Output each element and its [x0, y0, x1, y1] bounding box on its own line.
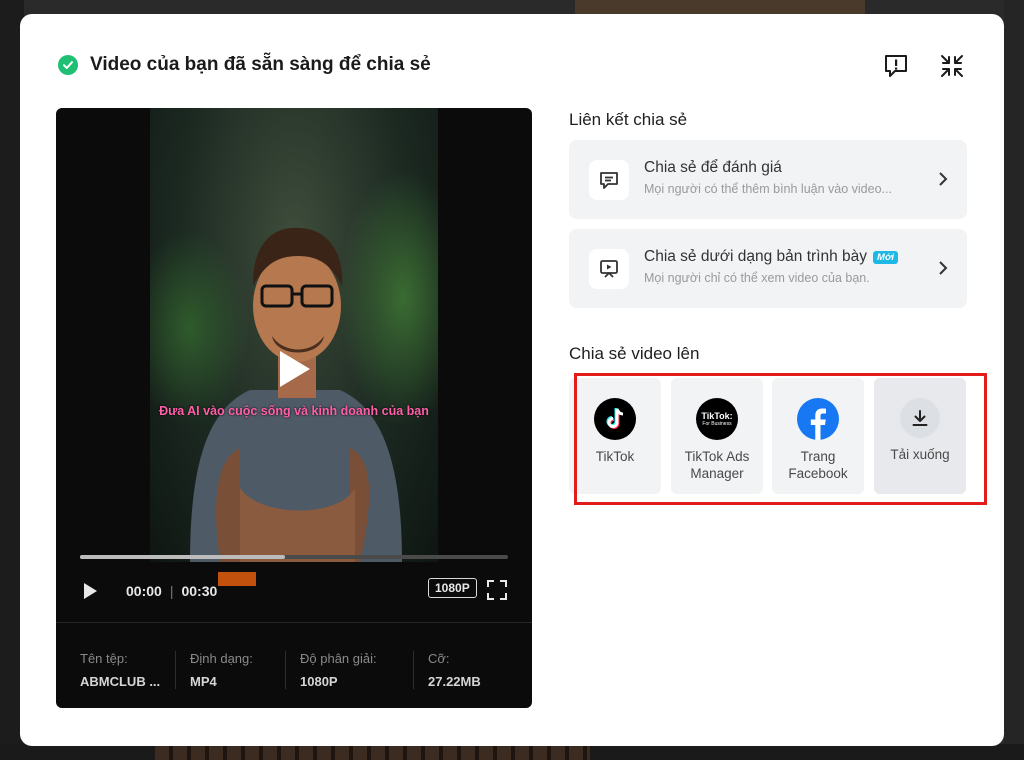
chevron-right-icon [939, 261, 948, 275]
collapse-button[interactable] [938, 52, 966, 80]
modal-title: Video của bạn đã sẵn sàng để chia sẻ [90, 54, 431, 75]
feedback-button[interactable] [882, 52, 910, 80]
new-badge: Mới [873, 250, 898, 264]
modal-header: Video của bạn đã sẵn sàng để chia sẻ [58, 54, 431, 76]
fullscreen-button[interactable] [486, 579, 508, 601]
size-info: Cỡ: 27.22MB [428, 651, 508, 689]
time-separator: | [169, 583, 174, 599]
progress-fill [80, 555, 286, 559]
fullscreen-icon [487, 580, 507, 600]
play-icon [280, 351, 310, 387]
video-player: Đưa AI vào cuộc sống và kinh doanh của b… [56, 108, 532, 708]
play-icon [84, 583, 97, 599]
success-check-icon [58, 55, 78, 75]
resolution-label: Độ phân giải: [300, 651, 377, 666]
share-for-review-subtitle: Mọi người có thể thêm bình luận vào vide… [644, 182, 892, 196]
format-value: MP4 [190, 674, 217, 689]
file-name-value: ABMCLUB ... [80, 674, 161, 689]
size-value: 27.22MB [428, 674, 481, 689]
size-label: Cỡ: [428, 651, 450, 666]
format-label: Định dạng: [190, 651, 253, 666]
player-controls: 00:00 | 00:30 1080P [80, 576, 510, 606]
share-as-presentation-title: Chia sẻ dưới dạng bản trình bày Mới [644, 248, 898, 266]
duration: 00:30 [181, 583, 218, 599]
current-time: 00:00 [126, 583, 162, 599]
backdrop-thumbnail-strip [575, 0, 865, 14]
file-name-info: Tên tệp: ABMCLUB ... [80, 651, 176, 689]
presentation-icon [589, 249, 629, 289]
quality-button[interactable]: 1080P [428, 578, 477, 598]
file-name-label: Tên tệp: [80, 651, 128, 666]
share-as-presentation-subtitle: Mọi người chỉ có thể xem video của bạn. [644, 271, 870, 285]
resolution-info: Độ phân giải: 1080P [300, 651, 414, 689]
feedback-icon [885, 55, 907, 77]
backdrop-right-panel [1004, 0, 1024, 760]
share-modal: Video của bạn đã sẵn sàng để chia sẻ Đưa… [20, 14, 1004, 746]
share-links-title: Liên kết chia sẻ [569, 110, 688, 129]
play-button-large[interactable] [250, 325, 338, 413]
share-to-title: Chia sẻ video lên [569, 344, 700, 363]
format-info: Định dạng: MP4 [190, 651, 286, 689]
comment-icon [589, 160, 629, 200]
chevron-right-icon [939, 172, 948, 186]
highlight-annotation-box [574, 373, 987, 505]
share-for-review-card[interactable]: Chia sẻ để đánh giá Mọi người có thể thê… [569, 140, 967, 219]
backdrop-filmstrip [155, 744, 590, 760]
file-info: Tên tệp: ABMCLUB ... Định dạng: MP4 Độ p… [56, 622, 532, 708]
play-button[interactable] [80, 581, 100, 601]
collapse-icon [941, 55, 963, 77]
share-as-presentation-card[interactable]: Chia sẻ dưới dạng bản trình bày Mới Mọi … [569, 229, 967, 308]
resolution-value: 1080P [300, 674, 338, 689]
share-for-review-title: Chia sẻ để đánh giá [644, 159, 782, 176]
progress-bar[interactable] [80, 555, 508, 559]
